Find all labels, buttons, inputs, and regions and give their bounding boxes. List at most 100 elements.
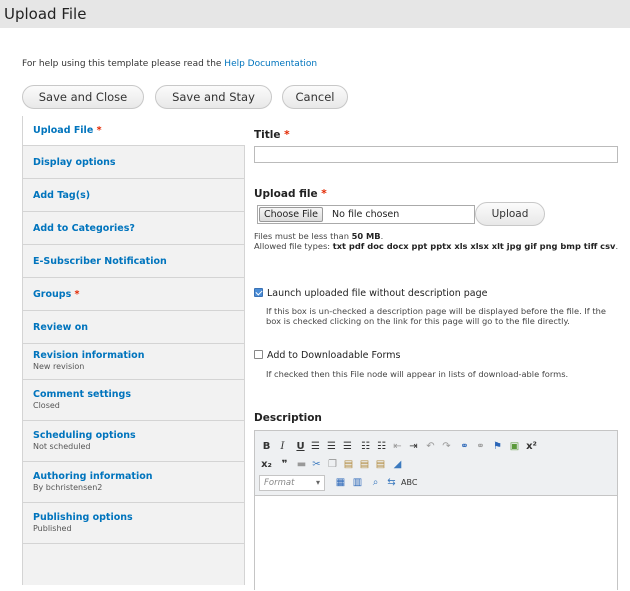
tab-label: Authoring information (33, 471, 153, 482)
tab-label: Add Tag(s) (33, 190, 91, 201)
no-file-chosen-text: No file chosen (332, 209, 400, 220)
tab-label: Revision information (33, 350, 145, 361)
title-input[interactable] (254, 146, 618, 163)
downloadable-checkbox[interactable] (254, 350, 263, 359)
add-to-downloadable-forms-option[interactable]: Add to Downloadable Forms (254, 350, 400, 361)
tab-publishing-options[interactable]: Publishing options Published (23, 503, 245, 544)
align-left-icon[interactable]: ☰ (308, 439, 323, 454)
editor-toolbar-row-1: B I U ☰ ☰ ☰ ☷ ☷ ⇤ ⇥ ↶ ↷ ⚭ ⚭ ⚑ ▣ x² (259, 439, 614, 455)
italic-icon[interactable]: I (275, 439, 290, 454)
downloadable-description: If checked then this File node will appe… (266, 369, 569, 379)
required-marker: * (284, 129, 290, 141)
tab-summary: Published (33, 524, 72, 533)
required-marker: * (96, 125, 102, 136)
launch-without-description-option[interactable]: Launch uploaded file without description… (254, 288, 487, 299)
cancel-button[interactable]: Cancel (282, 85, 348, 109)
rich-text-editor: B I U ☰ ☰ ☰ ☷ ☷ ⇤ ⇥ ↶ ↷ ⚭ ⚭ ⚑ ▣ x² x₂ ❞ … (254, 430, 618, 591)
tab-label: Upload File (33, 125, 94, 136)
launch-description: If this box is un-checked a description … (266, 306, 606, 326)
redo-icon[interactable]: ↷ (439, 439, 454, 454)
editor-toolbar-row-2: x₂ ❞ ▬ ✂ ❐ ▤ ▤ ▤ ◢ (259, 457, 614, 473)
tab-upload-file[interactable]: Upload File * (23, 116, 245, 146)
spellcheck-icon[interactable]: ABC (401, 475, 417, 490)
help-line: For help using this template please read… (22, 59, 317, 69)
align-right-icon[interactable]: ☰ (340, 439, 355, 454)
help-documentation-link[interactable]: Help Documentation (224, 59, 317, 69)
help-text: For help using this template please read… (22, 59, 225, 69)
image-icon[interactable]: ▣ (507, 439, 522, 454)
tab-summary: Not scheduled (33, 442, 91, 451)
superscript-icon[interactable]: x² (524, 439, 539, 454)
horizontal-rule-icon[interactable]: ▬ (294, 457, 309, 472)
file-input[interactable]: Choose File No file chosen (257, 205, 475, 224)
file-size-help: Files must be less than 50 MB. (254, 231, 384, 241)
page-header: Upload File (0, 0, 630, 28)
tab-label: Scheduling options (33, 430, 136, 441)
tab-e-subscriber-notification[interactable]: E-Subscriber Notification (23, 245, 245, 278)
show-blocks-icon[interactable]: ▥ (350, 475, 365, 490)
anchor-flag-icon[interactable]: ⚑ (490, 439, 505, 454)
tab-add-to-categories[interactable]: Add to Categories? (23, 212, 245, 245)
underline-icon[interactable]: U (293, 439, 308, 454)
upload-file-label: Upload file * (254, 188, 327, 200)
tab-add-tags[interactable]: Add Tag(s) (23, 179, 245, 212)
tab-revision-information[interactable]: Revision information New revision (23, 344, 245, 380)
outdent-icon[interactable]: ⇤ (390, 439, 405, 454)
upload-file-pane: Title * Upload file * Choose File No fil… (245, 116, 630, 591)
replace-icon[interactable]: ⇆ (384, 475, 399, 490)
editor-toolbar-row-3: ▦ ▥ ⌕ ⇆ ABC (333, 475, 493, 491)
align-center-icon[interactable]: ☰ (324, 439, 339, 454)
bulleted-list-icon[interactable]: ☷ (358, 439, 373, 454)
undo-icon[interactable]: ↶ (423, 439, 438, 454)
indent-icon[interactable]: ⇥ (406, 439, 421, 454)
save-and-stay-button[interactable]: Save and Stay (155, 85, 272, 109)
tab-display-options[interactable]: Display options (23, 146, 245, 179)
find-icon[interactable]: ⌕ (368, 475, 383, 490)
vertical-tabs: Upload File * Display options Add Tag(s)… (22, 116, 245, 585)
format-placeholder: Format (264, 478, 295, 488)
title-label: Title * (254, 129, 290, 141)
tab-label: Groups (33, 289, 72, 300)
blockquote-icon[interactable]: ❞ (277, 457, 292, 472)
cut-icon[interactable]: ✂ (309, 457, 324, 472)
tab-label: Display options (33, 157, 116, 168)
copy-icon[interactable]: ❐ (325, 457, 340, 472)
link-icon[interactable]: ⚭ (457, 439, 472, 454)
upload-button[interactable]: Upload (475, 202, 545, 226)
tab-label: E-Subscriber Notification (33, 256, 167, 267)
tab-label: Comment settings (33, 389, 132, 400)
file-types-help: Allowed file types: txt pdf doc docx ppt… (254, 241, 619, 251)
tab-authoring-information[interactable]: Authoring information By bchristensen2 (23, 462, 245, 503)
tab-groups[interactable]: Groups * (23, 278, 245, 311)
tab-label: Add to Categories? (33, 223, 135, 234)
description-label: Description (254, 412, 322, 424)
unlink-icon[interactable]: ⚭ (473, 439, 488, 454)
choose-file-button[interactable]: Choose File (259, 207, 323, 222)
tab-summary: New revision (33, 362, 85, 371)
numbered-list-icon[interactable]: ☷ (374, 439, 389, 454)
subscript-icon[interactable]: x₂ (259, 457, 274, 472)
page-title: Upload File (4, 5, 87, 23)
tab-summary: By bchristensen2 (33, 483, 103, 492)
chevron-down-icon: ▾ (315, 478, 320, 487)
editor-content-area[interactable] (255, 495, 617, 591)
table-icon[interactable]: ▦ (333, 475, 348, 490)
launch-checkbox[interactable] (254, 288, 263, 297)
paste-text-icon[interactable]: ▤ (357, 457, 372, 472)
format-dropdown[interactable]: Format ▾ (259, 475, 325, 491)
required-marker: * (74, 289, 80, 300)
tab-scheduling-options[interactable]: Scheduling options Not scheduled (23, 421, 245, 462)
tab-label: Review on (33, 322, 89, 333)
tab-comment-settings[interactable]: Comment settings Closed (23, 380, 245, 421)
required-marker: * (321, 188, 327, 200)
launch-label: Launch uploaded file without description… (267, 288, 488, 299)
tab-review-on[interactable]: Review on (23, 311, 245, 344)
bold-icon[interactable]: B (259, 439, 274, 454)
tab-label: Publishing options (33, 512, 133, 523)
paste-icon[interactable]: ▤ (341, 457, 356, 472)
tab-summary: Closed (33, 401, 60, 410)
save-and-close-button[interactable]: Save and Close (22, 85, 144, 109)
downloadable-label: Add to Downloadable Forms (267, 350, 401, 361)
remove-format-icon[interactable]: ◢ (390, 457, 405, 472)
paste-from-word-icon[interactable]: ▤ (373, 457, 388, 472)
